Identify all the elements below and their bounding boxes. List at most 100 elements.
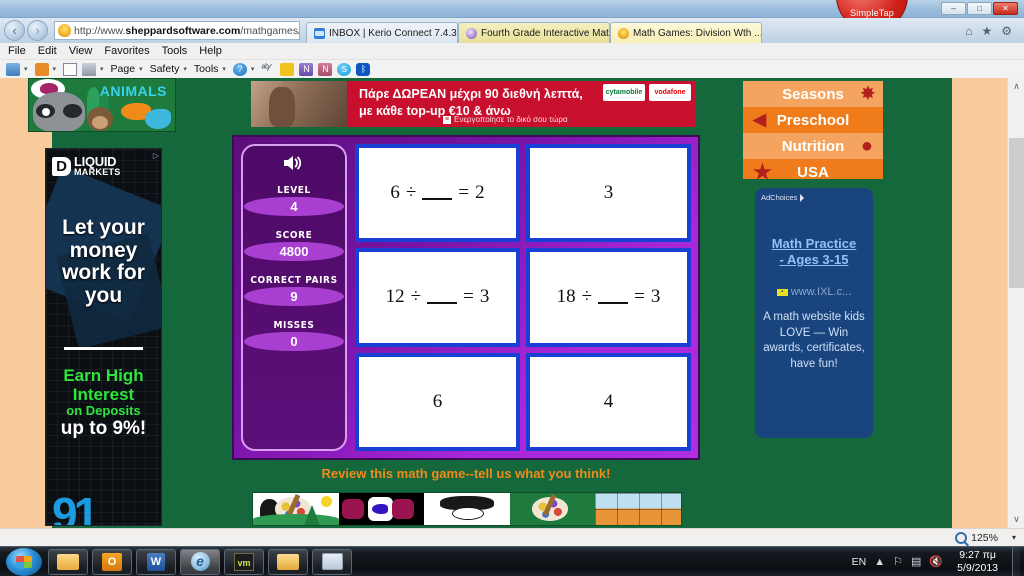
nav-item-preschool[interactable]: ◀ Preschool [743,107,883,133]
taskbar-item-pictures[interactable] [312,548,352,575]
note-icon[interactable] [280,62,295,76]
maximize-button[interactable]: □ [967,2,992,15]
chevron-down-icon[interactable]: ▾ [251,65,255,73]
chevron-down-icon[interactable]: ▾ [222,65,226,73]
thumbnail-cat-game[interactable] [424,493,510,525]
zoom-icon[interactable] [955,531,968,544]
review-game-link[interactable]: Review this math game--tell us what you … [232,466,700,481]
sound-toggle-icon[interactable] [243,154,345,175]
network-icon[interactable]: ⚐ [893,555,903,568]
ad-sub-line-2: Interest [72,384,135,404]
game-card[interactable]: 4 [526,352,691,451]
chevron-down-icon[interactable]: ▾ [139,65,143,73]
globe-icon [466,27,477,39]
menu-help[interactable]: Help [199,45,222,57]
ad-subtext: Earn High Interest on Deposits up to 9%! [46,366,161,440]
onenote-icon[interactable]: N [299,62,314,76]
bluetooth-icon[interactable]: ᛒ [356,62,371,76]
read-mail-icon[interactable] [63,62,78,76]
game-card[interactable]: 18 ÷ = 3 [526,248,691,347]
tab-math-games-division[interactable]: Math Games: Division Wth ... ✕ [610,22,762,43]
taskbar-item-folder[interactable] [268,548,308,575]
top-banner-ad[interactable]: Πάρε ΔΩΡΕΑΝ μέχρι 90 διεθνή λεπτά, με κά… [248,78,698,130]
skype-icon[interactable]: S [337,62,352,76]
vertical-scrollbar[interactable]: ∧ ∨ [1007,78,1024,528]
eq-quotient: 3 [479,286,490,308]
taskbar-item-outlook[interactable]: O [92,548,132,575]
chevron-down-icon[interactable]: ▾ [183,65,187,73]
thumbnail-paint-game[interactable] [509,493,596,525]
feed-icon[interactable] [34,62,49,76]
forward-button[interactable]: › [27,20,48,41]
nitro-icon[interactable]: N [318,62,333,76]
menu-view[interactable]: View [69,45,93,57]
thumbnail-art-game[interactable] [253,493,339,525]
close-button[interactable]: ✕ [993,2,1018,15]
spellcheck-icon[interactable]: ᵃᵇ⁄ [261,63,275,76]
back-button[interactable]: ‹ [4,20,25,41]
chevron-down-icon[interactable]: ▾ [24,65,28,73]
gear-icon[interactable]: ⚙ [1001,24,1012,38]
ad-title[interactable]: Math Practice - Ages 3-15 [755,236,873,269]
url-path: /mathgames/m [240,24,299,37]
favorites-star-icon[interactable]: ★ [981,24,992,38]
game-card[interactable]: 3 [526,144,691,243]
tab-label: INBOX | Kerio Connect 7.4.3 W... [329,27,457,39]
adchoices-label[interactable]: AdChoices [761,193,808,202]
ad-corner-number: 91 [52,488,99,526]
chevron-down-icon[interactable]: ▾ [100,65,104,73]
command-safety[interactable]: Safety [150,63,180,75]
nav-item-seasons[interactable]: Seasons ✸ [743,81,883,107]
left-banner-ad[interactable]: ▷ D LIQUID MARKETS Let your money work f… [45,148,162,526]
home-icon[interactable] [6,62,20,76]
tab-fourth-grade-math[interactable]: Fourth Grade Interactive Math ... [458,22,610,43]
chevron-down-icon[interactable]: ▾ [53,65,57,73]
start-button[interactable] [6,547,42,576]
brand-line-2: MARKETS [74,166,121,177]
scroll-down-icon[interactable]: ∨ [1008,511,1024,528]
taskbar-item-word[interactable]: W [136,548,176,575]
show-hidden-icons-caret[interactable]: ▲ [874,556,885,568]
clock[interactable]: 9:27 πμ 5/9/2013 [951,549,1004,573]
taskbar-item-internet-explorer[interactable]: e [180,548,220,575]
browser-status-bar: 125% ▾ [0,528,1024,546]
menu-favorites[interactable]: Favorites [104,45,149,57]
animals-section-logo[interactable]: ANIMALS [28,78,176,132]
thumbnail-memory-game[interactable] [338,493,425,525]
battery-icon[interactable]: ▤ [911,555,921,568]
scrollbar-thumb[interactable] [1009,138,1024,288]
chevron-down-icon[interactable]: ▾ [1012,533,1016,542]
card-number: 6 [432,390,443,412]
taskbar-item-explorer[interactable] [48,548,88,575]
menu-tools[interactable]: Tools [162,45,188,57]
ixl-ad[interactable]: AdChoices Math Practice - Ages 3-15 ▪ ww… [755,188,873,438]
home-icon[interactable]: ⌂ [965,24,972,38]
game-card[interactable]: 12 ÷ = 3 [355,248,520,347]
ad-cta[interactable]: ≡ Ενεργοποίησε το δικό σου τώρα [443,115,568,124]
zoom-level[interactable]: 125% [971,532,998,544]
taskbar-item-vlc[interactable]: vm [224,548,264,575]
game-card[interactable]: 6 [355,352,520,451]
thumbnail-puzzle-game[interactable] [595,493,681,525]
show-desktop-button[interactable] [1012,546,1020,576]
vodafone-logo: vodafone [649,84,691,101]
command-tools[interactable]: Tools [194,63,219,75]
menu-edit[interactable]: Edit [38,45,57,57]
help-icon[interactable]: ? [232,62,247,76]
menu-file[interactable]: File [8,45,26,57]
print-icon[interactable] [82,62,97,76]
stat-label: CORRECT PAIRS [250,275,338,286]
internet-explorer-icon: e [190,552,210,571]
game-card[interactable]: 6 ÷ = 2 [355,144,520,243]
tab-inbox[interactable]: INBOX | Kerio Connect 7.4.3 W... [306,22,458,43]
nav-item-nutrition[interactable]: Nutrition ● [743,133,883,159]
card-equation: 6 ÷ = 2 [390,182,484,204]
minimize-button[interactable]: – [941,2,966,15]
scroll-up-icon[interactable]: ∧ [1008,78,1024,95]
nav-item-usa[interactable]: ★ USA [743,159,883,179]
volume-muted-icon[interactable]: 🔇 [929,555,943,568]
language-indicator[interactable]: EN [852,556,867,568]
adchoices-text: AdChoices [761,193,798,202]
address-bar[interactable]: http://www.sheppardsoftware.com/mathgame… [54,21,300,40]
command-page[interactable]: Page [111,63,136,75]
